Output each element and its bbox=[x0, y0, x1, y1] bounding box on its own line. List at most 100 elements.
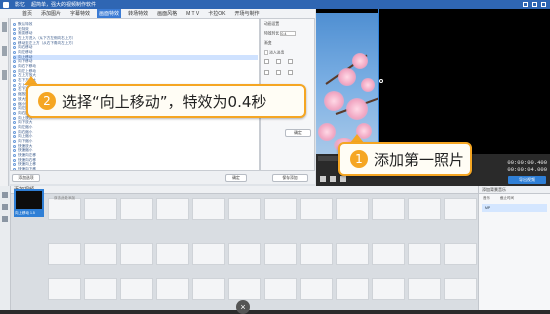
timeline-slot[interactable] bbox=[444, 243, 477, 265]
timeline-slot[interactable] bbox=[444, 278, 477, 300]
timeline-slot[interactable] bbox=[192, 243, 225, 265]
minimize-icon[interactable] bbox=[523, 2, 528, 7]
timeline-slot[interactable] bbox=[120, 278, 153, 300]
cherry-blossom-photo bbox=[316, 13, 378, 154]
other-effects-icon[interactable] bbox=[1, 70, 7, 80]
tab-subtitle-effects[interactable]: 字幕特效 bbox=[68, 9, 92, 18]
timeline-slot[interactable] bbox=[408, 278, 441, 300]
timeline-slot[interactable] bbox=[48, 278, 81, 300]
music-item[interactable]: MP bbox=[482, 204, 547, 212]
music-panel: 添加背景音乐 音乐 截止时间 MP bbox=[478, 186, 550, 310]
audio-track-icon[interactable] bbox=[2, 204, 8, 210]
radio-icon bbox=[13, 65, 16, 69]
radio-icon bbox=[13, 41, 16, 45]
screenshot-icon[interactable] bbox=[340, 176, 346, 182]
total-time: 00:00:04.000 bbox=[507, 166, 547, 173]
radio-icon bbox=[13, 22, 16, 26]
radio-icon bbox=[13, 74, 16, 78]
duration-input[interactable]: 0.4 bbox=[280, 31, 297, 36]
timeline-slot[interactable] bbox=[84, 198, 117, 220]
duration-label: 特效时长 bbox=[264, 31, 280, 36]
timeline-slot[interactable] bbox=[120, 243, 153, 265]
timeline: 添加视频 双击此处添加 bbox=[0, 186, 478, 310]
radio-icon bbox=[13, 60, 16, 64]
timeline-slot[interactable] bbox=[228, 198, 261, 220]
timeline-slot[interactable] bbox=[156, 198, 189, 220]
radio-icon bbox=[13, 97, 16, 101]
timeline-slot[interactable] bbox=[372, 243, 405, 265]
fade-option-label: 淡入淡出 bbox=[269, 50, 285, 54]
radio-icon bbox=[13, 135, 16, 139]
timeline-slot[interactable] bbox=[444, 198, 477, 220]
fade-label: 渐变 bbox=[264, 40, 272, 45]
tab-add-image[interactable]: 添加图片 bbox=[39, 9, 63, 18]
empty-slot-hint: 双击此处添加 bbox=[54, 196, 75, 200]
radio-icon bbox=[13, 79, 16, 83]
video-track-icon[interactable] bbox=[2, 192, 8, 198]
close-window-icon[interactable] bbox=[541, 2, 546, 7]
timeline-slot[interactable] bbox=[408, 198, 441, 220]
timeline-slot[interactable] bbox=[48, 198, 81, 220]
radio-icon bbox=[13, 144, 16, 148]
zoom-effects-icon[interactable] bbox=[1, 46, 7, 56]
tab-karaoke[interactable]: 卡拉OK bbox=[206, 9, 227, 18]
timeline-slot[interactable] bbox=[264, 278, 297, 300]
radio-icon bbox=[13, 125, 16, 129]
tab-transition-effects[interactable]: 转场特效 bbox=[126, 9, 150, 18]
position-cell[interactable] bbox=[288, 59, 293, 64]
timeline-slot[interactable] bbox=[264, 243, 297, 265]
save-add-button[interactable]: 保存添加 bbox=[272, 174, 308, 182]
play-icon[interactable] bbox=[320, 176, 326, 182]
add-option-button[interactable]: 添加选项 bbox=[12, 174, 40, 182]
crop-handle-icon[interactable] bbox=[379, 79, 383, 83]
position-cell[interactable] bbox=[264, 59, 269, 64]
confirm-button[interactable]: 确定 bbox=[225, 174, 247, 182]
timeline-slot[interactable] bbox=[156, 243, 189, 265]
timeline-slot[interactable] bbox=[300, 278, 333, 300]
settings-ok-button[interactable]: 确定 bbox=[285, 129, 311, 137]
stop-icon[interactable] bbox=[330, 176, 336, 182]
timeline-slot[interactable] bbox=[156, 278, 189, 300]
position-cell[interactable] bbox=[264, 70, 269, 75]
radio-icon bbox=[13, 140, 16, 144]
position-cell[interactable] bbox=[288, 70, 293, 75]
tab-picture-style[interactable]: 画面风格 bbox=[155, 9, 179, 18]
radio-icon bbox=[13, 69, 16, 73]
timeline-slot[interactable] bbox=[264, 198, 297, 220]
radio-icon bbox=[13, 158, 16, 162]
timeline-slot[interactable] bbox=[372, 198, 405, 220]
timeline-slot[interactable] bbox=[192, 278, 225, 300]
tab-opening[interactable]: 开场与制作 bbox=[232, 9, 261, 18]
timeline-slot[interactable] bbox=[228, 243, 261, 265]
timeline-slot[interactable] bbox=[300, 198, 333, 220]
timeline-slot[interactable] bbox=[228, 278, 261, 300]
radio-icon bbox=[13, 93, 16, 97]
position-cell[interactable] bbox=[276, 59, 281, 64]
timeline-slot[interactable] bbox=[336, 198, 369, 220]
timeline-slot[interactable] bbox=[120, 198, 153, 220]
close-icon[interactable]: × bbox=[236, 300, 250, 314]
timeline-slot[interactable] bbox=[300, 243, 333, 265]
first-photo-clip[interactable] bbox=[14, 189, 44, 211]
fade-checkbox[interactable] bbox=[264, 49, 268, 55]
tab-mtv[interactable]: M T V bbox=[184, 10, 201, 18]
timeline-slot[interactable] bbox=[372, 278, 405, 300]
radio-icon bbox=[13, 83, 16, 87]
timeline-slot[interactable] bbox=[192, 198, 225, 220]
timeline-slot[interactable] bbox=[48, 243, 81, 265]
timeline-slot[interactable] bbox=[84, 278, 117, 300]
callout-step-2: 2 选择“向上移动”，特效为0.4秒 bbox=[26, 84, 306, 118]
position-cell[interactable] bbox=[276, 70, 281, 75]
timeline-slot[interactable] bbox=[408, 243, 441, 265]
radio-icon bbox=[13, 116, 16, 120]
export-video-button[interactable]: 导出视频 bbox=[508, 176, 546, 184]
timeline-slot[interactable] bbox=[336, 278, 369, 300]
tab-picture-effects[interactable]: 画面特效 bbox=[97, 9, 122, 18]
subtitle-track-icon[interactable] bbox=[2, 216, 8, 222]
radio-icon bbox=[13, 154, 16, 158]
picture-effects-icon[interactable] bbox=[1, 22, 7, 32]
maximize-icon[interactable] bbox=[532, 2, 537, 7]
timeline-slot[interactable] bbox=[336, 243, 369, 265]
timeline-slot[interactable] bbox=[84, 243, 117, 265]
tab-home[interactable]: 首页 bbox=[20, 9, 34, 18]
